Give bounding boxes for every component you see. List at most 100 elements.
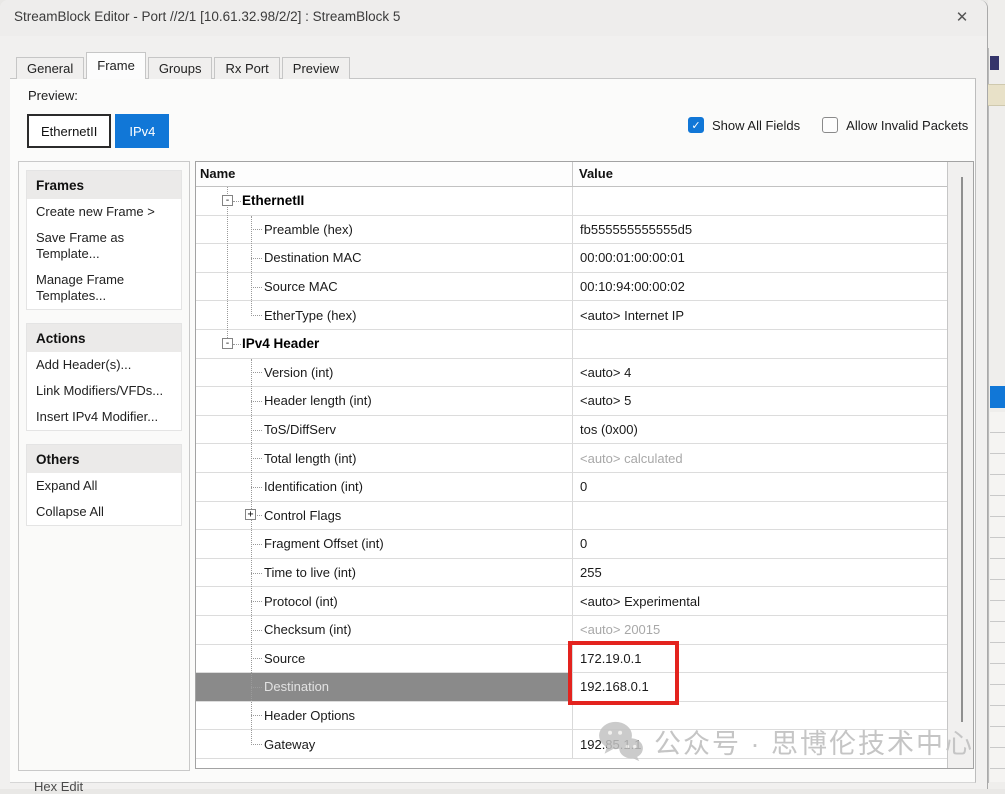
- table-row-source-mac[interactable]: Source MAC 00:10:94:00:00:02: [196, 273, 949, 302]
- field-name-cell[interactable]: Gateway: [196, 730, 572, 758]
- tree-stub: [251, 401, 262, 402]
- field-value-cell[interactable]: [572, 187, 949, 215]
- field-value-cell[interactable]: 0: [572, 473, 949, 501]
- expand-toggle-icon[interactable]: +: [245, 509, 256, 520]
- field-value-cell[interactable]: tos (0x00): [572, 416, 949, 444]
- field-name: Identification (int): [264, 479, 363, 494]
- field-value-cell[interactable]: 192.85.1.1: [572, 730, 949, 758]
- option-allow-invalid-packets[interactable]: ✓ Allow Invalid Packets: [822, 117, 968, 133]
- field-name: Preamble (hex): [264, 222, 353, 237]
- field-name-cell[interactable]: EtherType (hex): [196, 301, 572, 329]
- field-value: 255: [580, 565, 602, 580]
- table-row-header-options[interactable]: Header Options: [196, 702, 949, 731]
- field-name-cell[interactable]: ToS/DiffServ: [196, 416, 572, 444]
- table-row-version-int[interactable]: Version (int) <auto> 4: [196, 359, 949, 388]
- table-row-preamble-hex[interactable]: Preamble (hex) fb555555555555d5: [196, 216, 949, 245]
- preview-header-button-ethernetii[interactable]: EthernetII: [27, 114, 111, 148]
- field-name-cell[interactable]: Destination: [196, 673, 572, 701]
- field-value-cell[interactable]: <auto> Internet IP: [572, 301, 949, 329]
- sidebar-item-add-header-s[interactable]: Add Header(s)...: [27, 352, 181, 378]
- field-value-cell[interactable]: [572, 330, 949, 358]
- expand-toggle-icon[interactable]: -: [222, 338, 233, 349]
- table-row-ethertype-hex[interactable]: EtherType (hex) <auto> Internet IP: [196, 301, 949, 330]
- field-name-cell[interactable]: Header Options: [196, 702, 572, 730]
- field-name-cell[interactable]: Time to live (int): [196, 559, 572, 587]
- field-name-cell[interactable]: + Control Flags: [196, 502, 572, 530]
- background-text-fragment: [990, 56, 999, 70]
- table-row-protocol-int[interactable]: Protocol (int) <auto> Experimental: [196, 587, 949, 616]
- field-name: Total length (int): [264, 451, 357, 466]
- expand-toggle-icon[interactable]: -: [222, 195, 233, 206]
- table-row-tos-diffserv[interactable]: ToS/DiffServ tos (0x00): [196, 416, 949, 445]
- field-name-cell[interactable]: Preamble (hex): [196, 216, 572, 244]
- field-name-cell[interactable]: Version (int): [196, 359, 572, 387]
- field-name-cell[interactable]: Source: [196, 645, 572, 673]
- table-row-source[interactable]: Source 172.19.0.1: [196, 645, 949, 674]
- tab-groups[interactable]: Groups: [148, 57, 213, 79]
- field-value-cell[interactable]: 00:00:01:00:00:01: [572, 244, 949, 272]
- background-grid-rows: [990, 412, 1005, 782]
- table-row-ethernetii[interactable]: - EthernetII: [196, 187, 949, 216]
- table-row-header-length-int[interactable]: Header length (int) <auto> 5: [196, 387, 949, 416]
- tab-general[interactable]: General: [16, 57, 84, 79]
- field-value-cell[interactable]: [572, 702, 949, 730]
- table-row-ipv4-header[interactable]: - IPv4 Header: [196, 330, 949, 359]
- field-value-cell[interactable]: <auto> calculated: [572, 444, 949, 472]
- field-name-cell[interactable]: Identification (int): [196, 473, 572, 501]
- field-name-cell[interactable]: Header length (int): [196, 387, 572, 415]
- field-value-cell[interactable]: [572, 502, 949, 530]
- sidebar-item-expand-all[interactable]: Expand All: [27, 473, 181, 499]
- field-name-cell[interactable]: - IPv4 Header: [196, 330, 572, 358]
- sidebar-item-save-frame-as-template[interactable]: Save Frame as Template...: [27, 225, 181, 267]
- table-row-checksum-int[interactable]: Checksum (int) <auto> 20015: [196, 616, 949, 645]
- preview-header-button-ipv4[interactable]: IPv4: [115, 114, 169, 148]
- field-value-cell[interactable]: <auto> 5: [572, 387, 949, 415]
- table-row-destination[interactable]: Destination 192.168.0.1: [196, 673, 949, 702]
- frame-tab-panel: Preview: EthernetII IPv4 ✓ Show All Fiel…: [10, 78, 976, 783]
- field-value-cell[interactable]: 255: [572, 559, 949, 587]
- sidebar-item-insert-ipv4-modifier[interactable]: Insert IPv4 Modifier...: [27, 404, 181, 430]
- field-value-cell[interactable]: 172.19.0.1: [572, 645, 949, 673]
- scrollbar-thumb[interactable]: [961, 177, 963, 722]
- table-row-identification-int[interactable]: Identification (int) 0: [196, 473, 949, 502]
- table-row-destination-mac[interactable]: Destination MAC 00:00:01:00:00:01: [196, 244, 949, 273]
- sidebar-item-manage-frame-templates[interactable]: Manage Frame Templates...: [27, 267, 181, 309]
- sidebar-item-link-modifiers-vfds[interactable]: Link Modifiers/VFDs...: [27, 378, 181, 404]
- sidebar-item-create-new-frame[interactable]: Create new Frame >: [27, 199, 181, 225]
- close-icon[interactable]: ✕: [945, 5, 979, 31]
- field-value-cell[interactable]: fb555555555555d5: [572, 216, 949, 244]
- field-value-cell[interactable]: <auto> 20015: [572, 616, 949, 644]
- field-name-cell[interactable]: Destination MAC: [196, 244, 572, 272]
- field-name-cell[interactable]: Fragment Offset (int): [196, 530, 572, 558]
- tree-stub: [251, 601, 262, 602]
- tree-stub: [251, 315, 262, 316]
- tab-frame[interactable]: Frame: [86, 52, 146, 79]
- field-value: 172.19.0.1: [580, 651, 641, 666]
- table-row-total-length-int[interactable]: Total length (int) <auto> calculated: [196, 444, 949, 473]
- field-value-cell[interactable]: 00:10:94:00:00:02: [572, 273, 949, 301]
- field-name-cell[interactable]: Total length (int): [196, 444, 572, 472]
- field-name-cell[interactable]: Source MAC: [196, 273, 572, 301]
- table-row-control-flags[interactable]: + Control Flags: [196, 502, 949, 531]
- vertical-scrollbar[interactable]: [947, 162, 973, 768]
- option-show-all-fields[interactable]: ✓ Show All Fields: [688, 117, 800, 133]
- background-selected-row: [990, 386, 1005, 408]
- titlebar[interactable]: StreamBlock Editor - Port //2/1 [10.61.3…: [0, 0, 987, 36]
- table-row-fragment-offset-int[interactable]: Fragment Offset (int) 0: [196, 530, 949, 559]
- sidebar: Frames Create new Frame >Save Frame as T…: [18, 161, 190, 771]
- field-value-cell[interactable]: <auto> Experimental: [572, 587, 949, 615]
- checkbox-icon[interactable]: ✓: [822, 117, 838, 133]
- field-name-cell[interactable]: Protocol (int): [196, 587, 572, 615]
- field-value-cell[interactable]: <auto> 4: [572, 359, 949, 387]
- table-row-gateway[interactable]: Gateway 192.85.1.1: [196, 730, 949, 759]
- tree-stub: [251, 258, 262, 259]
- sidebar-item-collapse-all[interactable]: Collapse All: [27, 499, 181, 525]
- field-value-cell[interactable]: 0: [572, 530, 949, 558]
- field-name-cell[interactable]: - EthernetII: [196, 187, 572, 215]
- tab-rx-port[interactable]: Rx Port: [214, 57, 279, 79]
- field-name-cell[interactable]: Checksum (int): [196, 616, 572, 644]
- checkbox-icon[interactable]: ✓: [688, 117, 704, 133]
- table-row-time-to-live-int[interactable]: Time to live (int) 255: [196, 559, 949, 588]
- tab-preview[interactable]: Preview: [282, 57, 350, 79]
- field-value-cell[interactable]: 192.168.0.1: [572, 673, 949, 701]
